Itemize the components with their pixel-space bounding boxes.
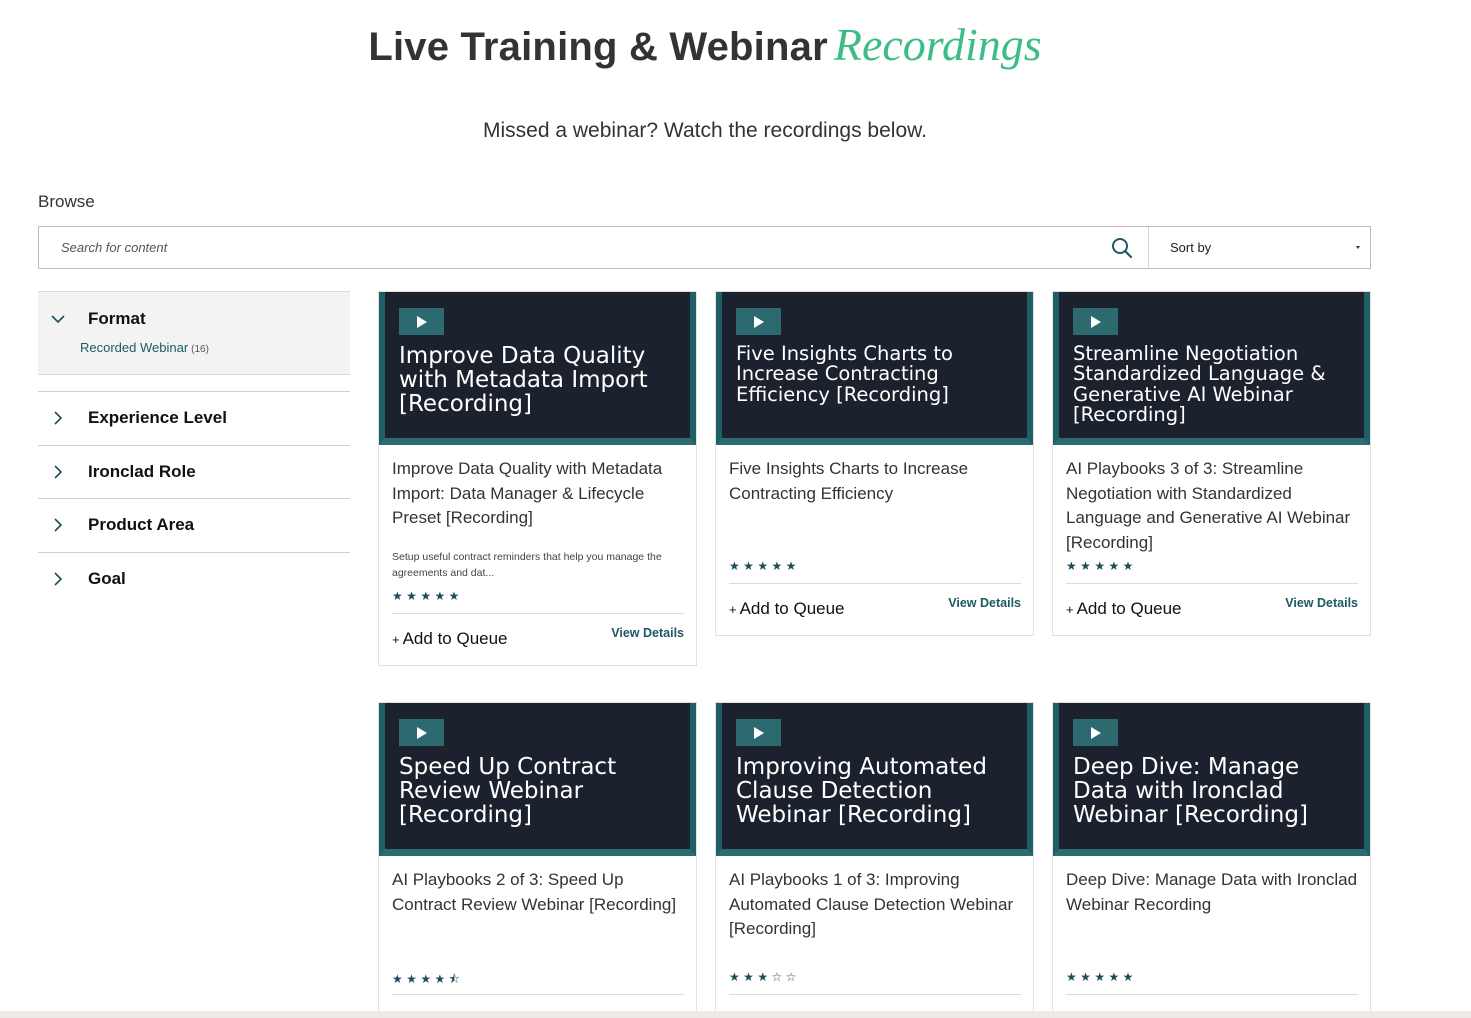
- add-to-queue-label: Add to Queue: [402, 629, 508, 648]
- card-footer: + Add to Queue View Details: [729, 583, 1021, 635]
- card-title[interactable]: AI Playbooks 2 of 3: Speed Up Contract R…: [392, 868, 684, 962]
- play-icon: [736, 719, 781, 746]
- rating-stars: ★★★★★: [392, 589, 463, 603]
- search-bar: Sort by: [38, 226, 1371, 269]
- add-to-queue-button[interactable]: + Add to Queue: [392, 629, 508, 649]
- page-title: Live Training & Webinar Recordings: [0, 18, 1410, 71]
- filter-option-recorded-webinar[interactable]: Recorded Webinar (16): [80, 340, 209, 355]
- chevron-right-icon: [40, 410, 76, 426]
- play-icon: [1073, 719, 1118, 746]
- sort-label: Sort by: [1170, 240, 1212, 255]
- filter-format: Format Recorded Webinar (16): [38, 291, 350, 375]
- add-to-queue-label: Add to Queue: [1076, 599, 1182, 618]
- card-thumbnail-title: Streamline Negotiation Standardized Lang…: [1073, 342, 1326, 427]
- filter-option-label: Recorded Webinar: [80, 340, 189, 355]
- search-button[interactable]: [1096, 227, 1148, 268]
- page-title-accent: Recordings: [833, 19, 1042, 70]
- card-body: AI Playbooks 1 of 3: Improving Automated…: [716, 856, 1033, 1018]
- plus-icon: +: [1066, 602, 1074, 617]
- browse-label: Browse: [38, 192, 95, 211]
- view-details-link[interactable]: View Details: [1285, 596, 1358, 610]
- card-title[interactable]: AI Playbooks 1 of 3: Improving Automated…: [729, 868, 1021, 962]
- card-body: AI Playbooks 2 of 3: Speed Up Contract R…: [379, 856, 696, 1018]
- chevron-down-icon: [40, 314, 76, 324]
- card-thumbnail-title: Deep Dive: Manage Data with Ironclad Web…: [1073, 754, 1308, 829]
- play-icon: [736, 308, 781, 335]
- filter-ironclad-role[interactable]: Ironclad Role: [38, 446, 350, 499]
- filter-experience-level[interactable]: Experience Level: [38, 392, 350, 446]
- filter-ironclad-role-label: Ironclad Role: [88, 461, 196, 481]
- rating-stars: ★★★★⯪: [392, 972, 464, 986]
- search-icon: [1112, 237, 1133, 258]
- rating-stars: ★★★★★: [729, 559, 800, 573]
- filter-goal[interactable]: Goal: [38, 553, 350, 607]
- card-thumbnail-title: Improving Automated Clause Detection Web…: [736, 754, 987, 829]
- card-footer: + Add to Queue View Details: [1066, 583, 1358, 635]
- card-thumbnail[interactable]: Five Insights Charts to Increase Contrac…: [716, 292, 1033, 445]
- filter-goal-label: Goal: [88, 569, 126, 589]
- rating-stars: ★★★☆☆: [729, 970, 800, 984]
- filter-product-area[interactable]: Product Area: [38, 499, 350, 553]
- page-subtitle: Missed a webinar? Watch the recordings b…: [483, 119, 927, 142]
- add-to-queue-button[interactable]: + Add to Queue: [729, 599, 845, 619]
- view-details-link[interactable]: View Details: [611, 626, 684, 640]
- card-body: Improve Data Quality with Metadata Impor…: [379, 445, 696, 665]
- filter-product-area-label: Product Area: [88, 515, 195, 535]
- filter-format-toggle[interactable]: Format: [38, 292, 350, 345]
- content-card: Deep Dive: Manage Data with Ironclad Web…: [1052, 702, 1371, 1018]
- chevron-right-icon: [40, 464, 76, 480]
- card-thumbnail-title: Five Insights Charts to Increase Contrac…: [736, 342, 953, 406]
- search-input[interactable]: [39, 227, 1096, 268]
- card-body: Five Insights Charts to Increase Contrac…: [716, 445, 1033, 635]
- card-thumbnail-title: Improve Data Quality with Metadata Impor…: [399, 343, 648, 418]
- card-thumbnail-title: Speed Up Contract Review Webinar [Record…: [399, 754, 617, 829]
- rating-stars: ★★★★★: [1066, 559, 1137, 573]
- filter-divider: [38, 375, 350, 392]
- add-to-queue-label: Add to Queue: [739, 599, 845, 618]
- card-title[interactable]: Improve Data Quality with Metadata Impor…: [392, 457, 684, 531]
- card-thumbnail[interactable]: Improve Data Quality with Metadata Impor…: [379, 292, 696, 445]
- card-body: Deep Dive: Manage Data with Ironclad Web…: [1053, 856, 1370, 1018]
- card-thumbnail[interactable]: Speed Up Contract Review Webinar [Record…: [379, 703, 696, 856]
- filter-option-count: (16): [191, 344, 209, 355]
- content-card: Five Insights Charts to Increase Contrac…: [715, 291, 1034, 636]
- filter-experience-level-label: Experience Level: [88, 408, 227, 428]
- card-footer: + Add to Queue View Details: [392, 613, 684, 665]
- card-description: Setup useful contract reminders that hel…: [392, 551, 662, 579]
- plus-icon: +: [729, 602, 737, 617]
- card-body: AI Playbooks 3 of 3: Streamline Negotiat…: [1053, 445, 1370, 635]
- filter-format-label: Format: [88, 308, 146, 328]
- view-details-link[interactable]: View Details: [948, 596, 1021, 610]
- card-thumbnail[interactable]: Improving Automated Clause Detection Web…: [716, 703, 1033, 856]
- card-thumbnail[interactable]: Streamline Negotiation Standardized Lang…: [1053, 292, 1370, 445]
- caret-down-icon: [1356, 246, 1360, 249]
- card-thumbnail[interactable]: Deep Dive: Manage Data with Ironclad Web…: [1053, 703, 1370, 856]
- page-title-main: Live Training & Webinar: [368, 25, 828, 69]
- add-to-queue-button[interactable]: + Add to Queue: [1066, 599, 1182, 619]
- sort-select[interactable]: Sort by: [1148, 227, 1370, 268]
- content-card: Improving Automated Clause Detection Web…: [715, 702, 1034, 1018]
- chevron-right-icon: [40, 517, 76, 533]
- chevron-right-icon: [40, 571, 76, 587]
- card-title[interactable]: Deep Dive: Manage Data with Ironclad Web…: [1066, 868, 1358, 962]
- content-card: Streamline Negotiation Standardized Lang…: [1052, 291, 1371, 636]
- play-icon: [399, 308, 444, 335]
- filter-sidebar: Format Recorded Webinar (16) Experience L…: [38, 291, 350, 606]
- plus-icon: +: [392, 632, 400, 647]
- page-bottom-edge: [0, 1011, 1471, 1018]
- rating-stars: ★★★★★: [1066, 970, 1137, 984]
- card-title[interactable]: AI Playbooks 3 of 3: Streamline Negotiat…: [1066, 457, 1358, 552]
- content-card: Improve Data Quality with Metadata Impor…: [378, 291, 697, 666]
- play-icon: [399, 719, 444, 746]
- content-card: Speed Up Contract Review Webinar [Record…: [378, 702, 697, 1018]
- play-icon: [1073, 308, 1118, 335]
- card-title[interactable]: Five Insights Charts to Increase Contrac…: [729, 457, 1021, 551]
